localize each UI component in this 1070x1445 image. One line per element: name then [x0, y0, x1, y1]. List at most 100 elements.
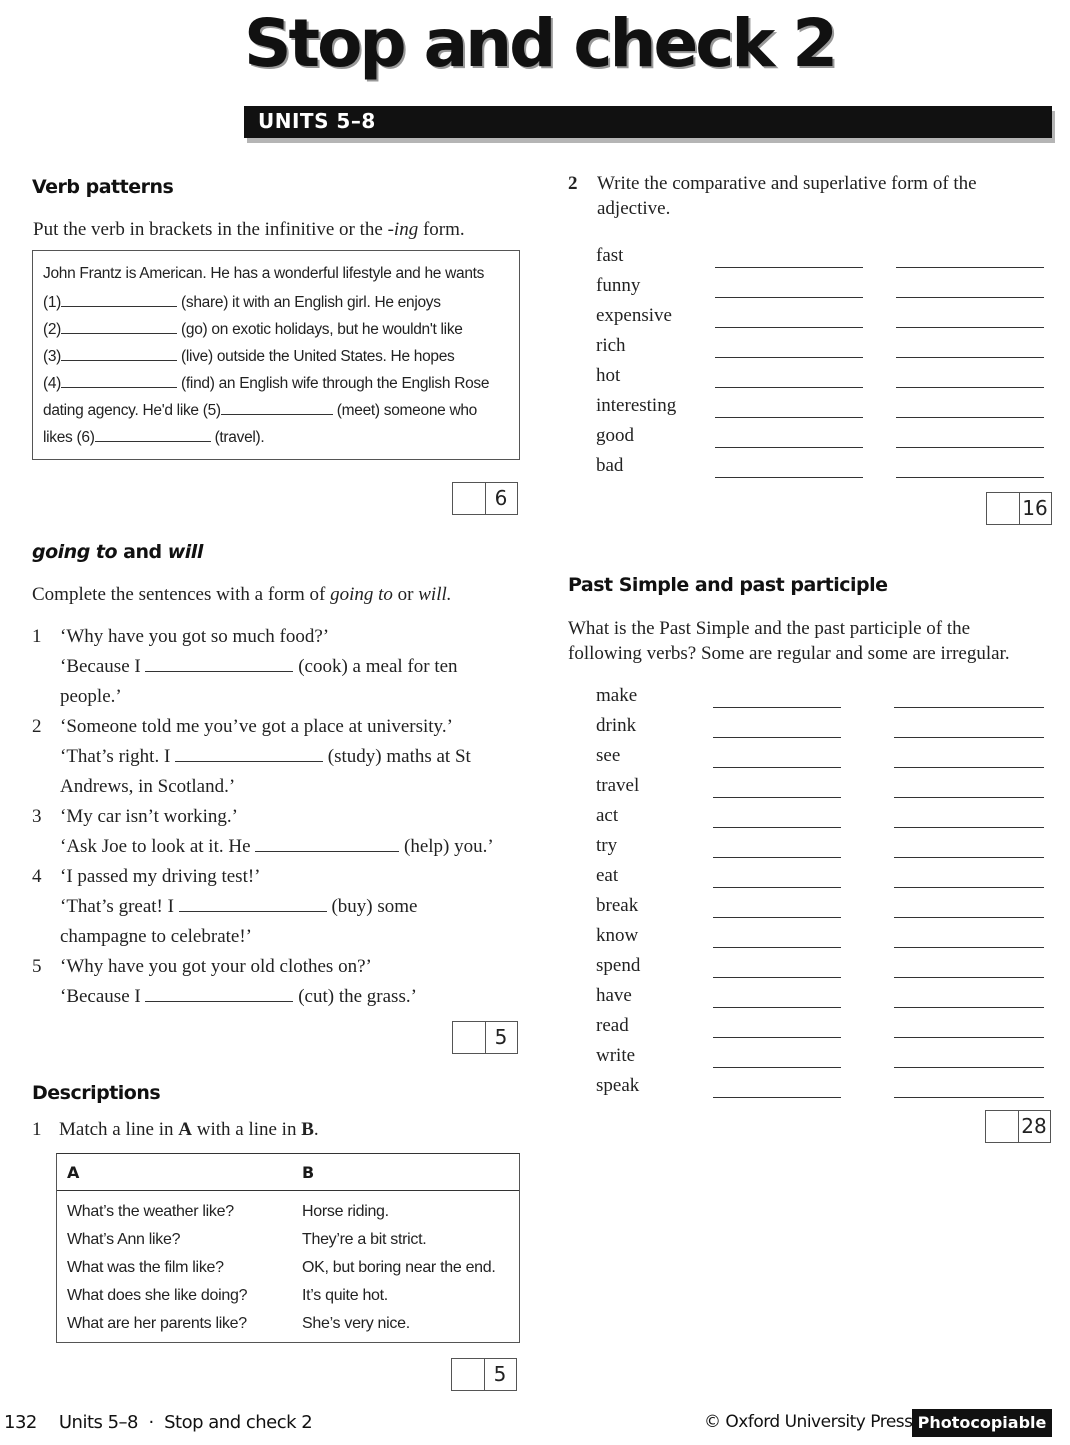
column-a-item[interactable]: What are her parents like? — [67, 1315, 247, 1333]
answer-line-form-2[interactable] — [894, 707, 1044, 708]
photocopiable-badge: Photocopiable — [912, 1409, 1052, 1437]
answer-line-form-2[interactable] — [894, 917, 1044, 918]
answer-blank[interactable] — [145, 657, 294, 672]
answer-line-form-1[interactable] — [715, 357, 863, 358]
text: (live) outside the United States. He hop… — [177, 348, 455, 365]
answer-line-form-1[interactable] — [713, 1037, 841, 1038]
answer-blank-1[interactable] — [61, 292, 178, 307]
column-b-item[interactable]: OK, but boring near the end. — [302, 1259, 496, 1277]
text-line: (2) (go) on exotic holidays, but he woul… — [43, 319, 463, 339]
answer-line-form-1[interactable] — [715, 297, 863, 298]
column-a-item[interactable]: What does she like doing? — [67, 1287, 247, 1305]
answer-line-form-1[interactable] — [713, 947, 841, 948]
column-b-item[interactable]: It’s quite hot. — [302, 1287, 388, 1305]
answer-line-form-2[interactable] — [894, 947, 1044, 948]
answer-line-form-2[interactable] — [896, 387, 1044, 388]
answer-line-form-2[interactable] — [894, 857, 1044, 858]
answer-blank[interactable] — [255, 837, 400, 852]
answer-line-form-1[interactable] — [713, 827, 841, 828]
answer-blank-2[interactable] — [61, 319, 178, 334]
answer-blank[interactable] — [175, 747, 324, 762]
score-input[interactable] — [453, 483, 486, 514]
answer-blank-5[interactable] — [220, 400, 333, 415]
answer-blank[interactable] — [145, 987, 294, 1002]
word-item: act — [596, 805, 619, 826]
answer-line-form-2[interactable] — [896, 267, 1044, 268]
answer-line-form-2[interactable] — [896, 327, 1044, 328]
answer-blank-4[interactable] — [61, 373, 178, 388]
answer-line-form-2[interactable] — [894, 1037, 1044, 1038]
answer-line-form-2[interactable] — [894, 1097, 1044, 1098]
answer-line-form-1[interactable] — [713, 767, 841, 768]
answer-line-form-2[interactable] — [894, 827, 1044, 828]
text-line: likes (6) (travel). — [43, 427, 265, 447]
score-input[interactable] — [986, 1111, 1019, 1142]
answer-line-form-1[interactable] — [715, 327, 863, 328]
item-number: 5 — [32, 956, 42, 977]
item-question: ‘My car isn’t working.’ — [60, 806, 239, 827]
answer-blank-3[interactable] — [61, 346, 178, 361]
item-answer-line: ‘That’s great! I (buy) some — [60, 896, 417, 918]
text: (find) an English wife through the Engli… — [177, 375, 490, 392]
footer-section: Units 5–8 · Stop and check 2 — [58, 1412, 313, 1433]
past-simple-instruction-line-1: What is the Past Simple and the past par… — [568, 618, 971, 639]
verb-patterns-instruction: Put the verb in brackets in the infiniti… — [33, 219, 465, 241]
answer-line-form-1[interactable] — [713, 887, 841, 888]
answer-line-form-1[interactable] — [713, 737, 841, 738]
page-number: 132 — [4, 1412, 37, 1433]
answer-line-form-1[interactable] — [713, 797, 841, 798]
score-input[interactable] — [453, 1022, 486, 1053]
text: (cut) the grass.’ — [298, 986, 417, 1007]
score-input[interactable] — [452, 1359, 485, 1390]
score-total: 5 — [494, 1025, 508, 1049]
answer-line-form-1[interactable] — [713, 1067, 841, 1068]
column-a-item[interactable]: What’s the weather like? — [67, 1203, 234, 1221]
answer-line-form-2[interactable] — [896, 297, 1044, 298]
score-box-going-to: 5 — [452, 1021, 518, 1054]
answer-line-form-2[interactable] — [896, 417, 1044, 418]
answer-line-form-1[interactable] — [715, 447, 863, 448]
word-item: read — [596, 1015, 629, 1036]
answer-blank[interactable] — [178, 897, 327, 912]
answer-line-form-2[interactable] — [894, 797, 1044, 798]
column-b-item[interactable]: Horse riding. — [302, 1203, 389, 1221]
answer-line-form-2[interactable] — [896, 357, 1044, 358]
word-item: eat — [596, 865, 619, 886]
word-item: hot — [596, 365, 621, 386]
item-question: ‘Someone told me you’ve got a place at u… — [60, 716, 453, 737]
answer-line-form-1[interactable] — [715, 387, 863, 388]
answer-line-form-2[interactable] — [896, 447, 1044, 448]
answer-line-form-2[interactable] — [894, 737, 1044, 738]
answer-line-form-2[interactable] — [894, 887, 1044, 888]
answer-line-form-2[interactable] — [896, 477, 1044, 478]
answer-line-form-1[interactable] — [715, 417, 863, 418]
answer-line-form-1[interactable] — [713, 917, 841, 918]
answer-line-form-2[interactable] — [894, 977, 1044, 978]
answer-line-form-2[interactable] — [894, 1067, 1044, 1068]
answer-line-form-1[interactable] — [713, 1097, 841, 1098]
answer-blank-6[interactable] — [94, 427, 211, 442]
answer-line-form-1[interactable] — [713, 1007, 841, 1008]
text: ‘That’s right. I — [60, 746, 171, 767]
instruction-text: with a line in — [191, 1119, 302, 1140]
instruction-text: . — [313, 1119, 319, 1140]
answer-line-form-1[interactable] — [713, 977, 841, 978]
column-a-item[interactable]: What’s Ann like? — [67, 1231, 181, 1249]
answer-line-form-1[interactable] — [713, 707, 841, 708]
word-item: rich — [596, 335, 626, 356]
comparative-instruction-line-1: Write the comparative and superlative fo… — [597, 173, 977, 194]
answer-line-form-2[interactable] — [894, 1007, 1044, 1008]
table-header: A B — [57, 1154, 519, 1191]
answer-line-form-2[interactable] — [894, 767, 1044, 768]
answer-line-form-1[interactable] — [715, 267, 863, 268]
word-item: interesting — [596, 395, 677, 416]
instruction-text: Match a line in — [59, 1119, 179, 1140]
word-item: funny — [596, 275, 641, 296]
column-b-item[interactable]: She’s very nice. — [302, 1315, 410, 1333]
score-input[interactable] — [987, 493, 1020, 524]
answer-line-form-1[interactable] — [713, 857, 841, 858]
column-b-item[interactable]: They’re a bit strict. — [302, 1231, 427, 1249]
answer-line-form-1[interactable] — [715, 477, 863, 478]
text-line: dating agency. He'd like (5) (meet) some… — [43, 400, 477, 420]
column-a-item[interactable]: What was the film like? — [67, 1259, 224, 1277]
